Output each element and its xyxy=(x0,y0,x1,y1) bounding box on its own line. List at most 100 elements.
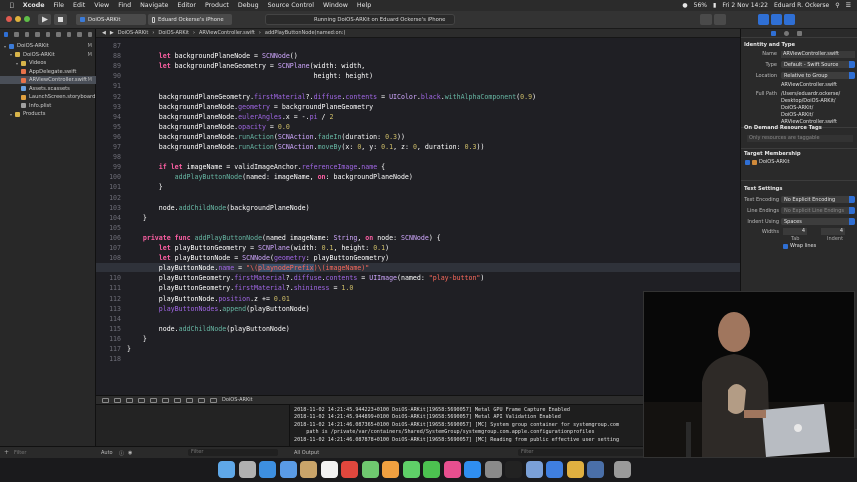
line-number[interactable]: 118 xyxy=(96,355,121,363)
line-number[interactable]: 91 xyxy=(96,82,121,90)
line-number[interactable]: 103 xyxy=(96,204,121,212)
type-select[interactable]: Default - Swift Source xyxy=(781,61,855,68)
line-number[interactable]: 87 xyxy=(96,42,121,50)
battery-icon[interactable]: ▮ xyxy=(713,2,716,9)
editor-assistant-button[interactable] xyxy=(714,14,726,25)
line-number[interactable]: 107 xyxy=(96,244,121,252)
code-line[interactable]: } xyxy=(127,335,147,343)
code-line[interactable]: let playButtonGeometry = SCNPlane(width:… xyxy=(127,244,389,252)
indent-width-field[interactable]: 4 xyxy=(821,228,845,235)
menu-file[interactable]: File xyxy=(53,2,64,9)
navigator-filter-input[interactable]: Filter xyxy=(14,450,26,456)
report-icon[interactable] xyxy=(87,32,92,37)
output-selector[interactable]: All Output xyxy=(294,450,319,456)
finder-icon[interactable] xyxy=(218,461,235,478)
navigator-item[interactable]: LaunchScreen.storyboard xyxy=(0,93,96,101)
maps-icon[interactable] xyxy=(361,461,379,478)
navigator-item[interactable]: ARViewController.swift M xyxy=(0,76,96,84)
odr-tags-field[interactable]: Only resources are taggable xyxy=(747,135,853,142)
xcode-icon[interactable] xyxy=(546,461,563,478)
line-number[interactable]: 95 xyxy=(96,123,121,131)
code-line[interactable]: node.addChildNode(playButtonNode) xyxy=(127,325,290,333)
add-icon[interactable]: + xyxy=(4,449,9,456)
test-icon[interactable] xyxy=(56,32,61,37)
system-preferences-icon[interactable] xyxy=(484,461,502,478)
breadcrumb-symbol[interactable]: addPlayButtonNode(named:on:) xyxy=(265,30,346,36)
stop-button[interactable] xyxy=(54,14,67,25)
find-icon[interactable] xyxy=(35,32,40,37)
step-over-icon[interactable] xyxy=(138,397,145,403)
code-line[interactable]: let playButtonNode = SCNNode(geometry: p… xyxy=(127,254,389,262)
line-number[interactable]: 96 xyxy=(96,133,121,141)
line-number[interactable]: 101 xyxy=(96,183,121,191)
photos-icon[interactable] xyxy=(382,461,399,478)
folder-icon[interactable] xyxy=(4,32,9,37)
close-window-button[interactable] xyxy=(6,16,12,22)
code-line[interactable]: playButtonNode.position.z += 0.01 xyxy=(127,295,290,303)
step-out-icon[interactable] xyxy=(162,397,169,403)
source-control-icon[interactable] xyxy=(14,32,19,37)
line-number[interactable]: 89 xyxy=(96,62,121,70)
clock[interactable]: Fri 2 Nov 14:22 xyxy=(722,2,768,9)
indent-using-select[interactable]: Spaces xyxy=(781,218,855,225)
battery-percent[interactable]: 56% xyxy=(694,2,707,9)
jump-bar-nav-icon[interactable]: ◀ xyxy=(102,30,106,36)
code-line[interactable]: addPlayButtonNode(named: imageName, on: … xyxy=(127,173,413,181)
calendar-icon[interactable] xyxy=(320,461,338,478)
run-button[interactable] xyxy=(38,14,51,25)
line-number[interactable]: 111 xyxy=(96,284,121,292)
editor-standard-button[interactable] xyxy=(700,14,712,25)
menu-product[interactable]: Product xyxy=(205,2,229,9)
launchpad-icon[interactable] xyxy=(238,461,256,478)
code-line[interactable]: backgroundPlaneGeometry.firstMaterial?.d… xyxy=(127,93,536,101)
eye-icon[interactable]: ◉ xyxy=(128,450,132,456)
search-icon[interactable]: ⚲ xyxy=(835,2,839,9)
code-line[interactable]: backgroundPlaneNode.runAction(SCNAction.… xyxy=(127,143,485,151)
environment-icon[interactable] xyxy=(198,397,205,403)
line-number[interactable]: 93 xyxy=(96,103,121,111)
line-number[interactable]: 110 xyxy=(96,274,121,282)
line-number[interactable]: 104 xyxy=(96,214,121,222)
code-line[interactable]: playButtonNodes.append(playButtonNode) xyxy=(127,305,310,313)
location-select[interactable]: Relative to Group xyxy=(781,72,855,79)
toggle-navigator-button[interactable] xyxy=(758,14,769,25)
debug-icon[interactable] xyxy=(66,32,72,37)
code-line[interactable]: playButtonNode.name = "\(playnodePrefix)… xyxy=(127,264,369,273)
appstore-icon[interactable] xyxy=(464,461,481,478)
navigator-item[interactable]: ▾ DoiOS-ARKit M xyxy=(0,51,96,59)
line-endings-select[interactable]: No Explicit Line Endings xyxy=(781,207,855,214)
scheme-selector[interactable]: DoiOS-ARKit xyxy=(76,14,146,25)
line-number[interactable]: 102 xyxy=(96,194,121,202)
code-line[interactable]: let backgroundPlaneGeometry = SCNPlane(w… xyxy=(127,62,365,70)
info-icon[interactable]: ⓘ xyxy=(119,450,124,457)
line-number[interactable]: 113 xyxy=(96,305,121,313)
menu-debug[interactable]: Debug xyxy=(238,2,259,9)
menu-edit[interactable]: Edit xyxy=(73,2,85,9)
membership-checkbox[interactable] xyxy=(745,160,750,165)
line-number[interactable]: 92 xyxy=(96,93,121,101)
device-selector[interactable]: Eduard Ockerse's iPhone xyxy=(148,14,232,25)
navigator-item[interactable]: AppDelegate.swift xyxy=(0,68,96,76)
tab-width-field[interactable]: 4 xyxy=(783,228,807,235)
contacts-icon[interactable] xyxy=(300,461,317,478)
safari-icon[interactable] xyxy=(259,461,276,478)
line-number[interactable]: 99 xyxy=(96,163,121,171)
notification-icon[interactable]: ☰ xyxy=(846,2,851,9)
code-line[interactable]: backgroundPlaneNode.opacity = 0.0 xyxy=(127,123,290,131)
line-number[interactable]: 88 xyxy=(96,52,121,60)
quick-help-tab-icon[interactable] xyxy=(797,30,802,36)
line-number[interactable]: 100 xyxy=(96,173,121,181)
name-field[interactable]: ARViewController.swift xyxy=(781,51,855,58)
line-number[interactable]: 97 xyxy=(96,143,121,151)
history-tab-icon[interactable] xyxy=(784,30,789,36)
code-line[interactable]: } xyxy=(127,214,147,222)
zoom-window-button[interactable] xyxy=(24,16,30,22)
line-number[interactable]: 105 xyxy=(96,224,121,232)
step-in-icon[interactable] xyxy=(150,397,157,403)
code-line[interactable]: playButtonGeometry.firstMaterial?.diffus… xyxy=(127,274,485,282)
symbol-icon[interactable] xyxy=(24,32,30,37)
code-line[interactable]: playButtonGeometry.firstMaterial?.shinin… xyxy=(127,284,354,292)
line-number[interactable]: 112 xyxy=(96,295,121,303)
line-number[interactable]: 116 xyxy=(96,335,121,343)
minimize-window-button[interactable] xyxy=(15,16,21,22)
